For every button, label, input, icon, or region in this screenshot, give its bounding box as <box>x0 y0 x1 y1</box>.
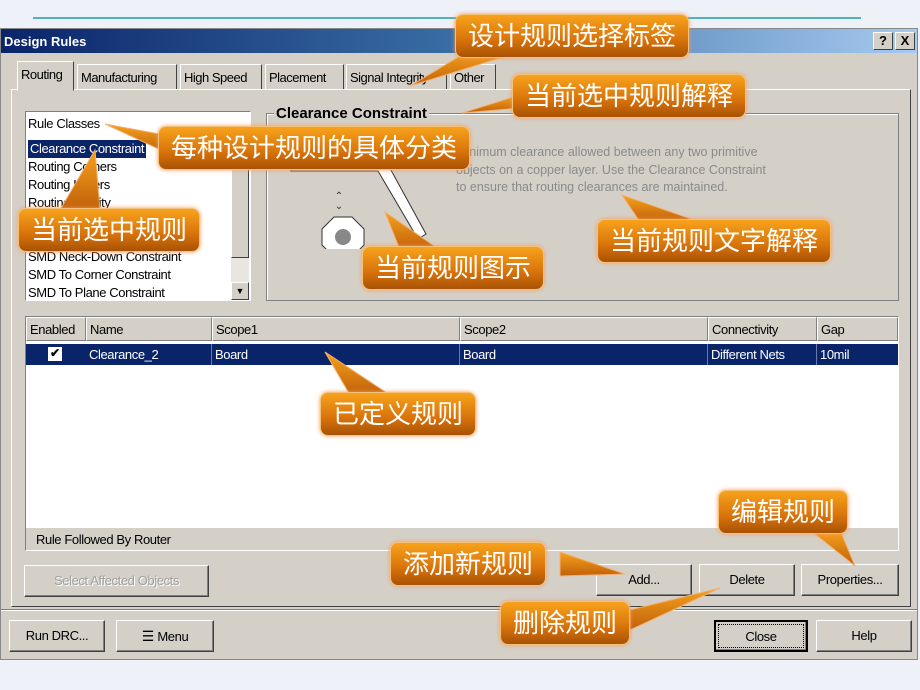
callout-delete: 删除规则 <box>500 601 631 645</box>
pointer-add <box>559 551 626 577</box>
pointer-edit <box>808 529 856 567</box>
callout-add: 添加新规则 <box>390 542 547 586</box>
callout-selected: 当前选中规则 <box>18 208 201 252</box>
callout-text: 当前规则文字解释 <box>597 219 832 263</box>
callout-diagram: 当前规则图示 <box>362 246 545 290</box>
callout-classes: 每种设计规则的具体分类 <box>158 126 471 170</box>
pointer-classes <box>104 123 166 153</box>
callout-edit: 编辑规则 <box>718 490 849 534</box>
callout-rule-title: 当前选中规则解释 <box>512 74 747 118</box>
callout-defined: 已定义规则 <box>320 392 477 436</box>
pointer-diagram <box>383 210 442 251</box>
pointer-delete <box>629 587 721 631</box>
pointer-selected <box>59 148 101 211</box>
callout-tabs: 设计规则选择标签 <box>455 14 690 58</box>
pointer-text <box>620 194 701 223</box>
callout-pointers <box>59 49 856 631</box>
pointer-defined <box>324 351 392 396</box>
